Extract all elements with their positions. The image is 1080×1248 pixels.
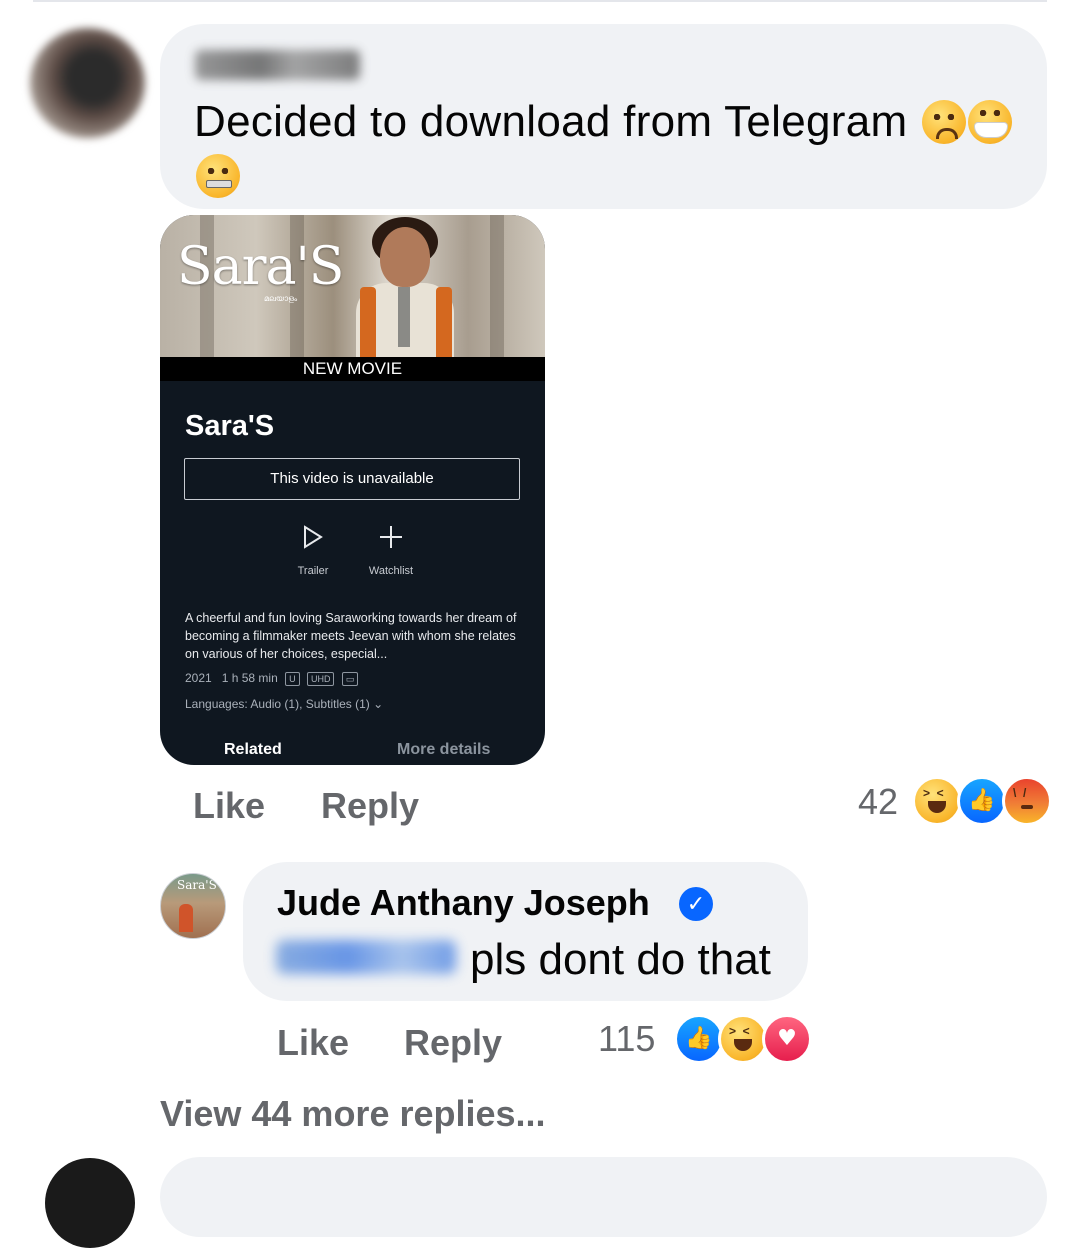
commenter-name-blurred[interactable] [195,50,360,80]
trailer-label: Trailer [297,565,329,577]
movie-year: 2021 [185,671,212,685]
commenter-avatar[interactable] [30,28,145,138]
tab-more-details: More details [397,741,491,758]
movie-description: A cheerful and fun loving Saraworking to… [185,611,517,661]
attached-image-card[interactable]: Sara'S മലയാളം NEW MOVIE Sara'S This vide… [160,215,545,765]
tab-related: Related [224,741,282,758]
new-movie-badge: NEW MOVIE [160,357,545,381]
movie-logo-subtitle: മലയാളം [264,294,298,303]
rating-tag: U [285,672,300,686]
reply-reaction-icons[interactable]: 👍 > < ♥ [674,1014,812,1064]
reply-like-button[interactable]: Like [277,1022,349,1064]
movie-runtime: 1 h 58 min [221,671,278,685]
reply-reply-button[interactable]: Reply [404,1022,502,1064]
trailer-action: Trailer [278,523,348,577]
movie-title: Sara'S [185,410,275,442]
haha-reaction-icon: > < [912,776,962,826]
reaction-icons[interactable]: > < 👍 \ / [912,776,1052,826]
subtitles-icon: ▭ [341,672,359,686]
like-reaction-icon: 👍 [957,776,1007,826]
play-icon [278,523,348,551]
video-unavailable-box: This video is unavailable [184,458,520,500]
mask-face-emoji-icon [968,100,1013,144]
haha-reaction-icon: > < [718,1014,768,1064]
reply-text: pls dont do that [470,935,771,984]
reply-button[interactable]: Reply [321,785,419,827]
movie-languages: Languages: Audio (1), Subtitles (1) ⌄ [185,697,383,711]
watchlist-label: Watchlist [368,565,414,577]
love-reaction-icon: ♥ [762,1014,812,1064]
reply-author-avatar[interactable]: Sara'S [160,873,226,939]
comment-body: Decided to download from Telegram [194,97,908,146]
plus-icon [356,523,426,551]
languages-text: Languages: Audio (1), Subtitles (1) [185,697,370,711]
quality-tag: UHD [306,672,335,686]
reply-author-name[interactable]: Jude Anthany Joseph [277,882,650,924]
watchlist-action: Watchlist [356,523,426,577]
top-divider [33,0,1047,2]
movie-logo: Sara'S [177,237,344,297]
avatar-logo-text: Sara'S [177,878,217,892]
view-more-replies-link[interactable]: View 44 more replies... [160,1093,546,1135]
zipper-mouth-emoji-icon [196,154,240,198]
next-comment-bubble [160,1157,1047,1237]
comment-text: Decided to download from Telegram [194,95,1034,203]
reaction-count[interactable]: 42 [858,781,898,823]
angry-reaction-icon: \ / [1002,776,1052,826]
movie-meta: 2021 1 h 58 min U UHD ▭ [185,671,359,686]
like-reaction-icon: 👍 [674,1014,724,1064]
like-button[interactable]: Like [193,785,265,827]
frowning-face-emoji-icon [922,100,967,144]
chevron-down-icon: ⌄ [373,697,384,711]
verified-badge-icon: ✓ [679,887,713,921]
next-commenter-avatar[interactable] [45,1158,135,1248]
mention-blurred[interactable] [276,940,456,974]
reply-reaction-count[interactable]: 115 [598,1018,655,1060]
movie-banner: Sara'S മലയാളം [160,215,545,363]
